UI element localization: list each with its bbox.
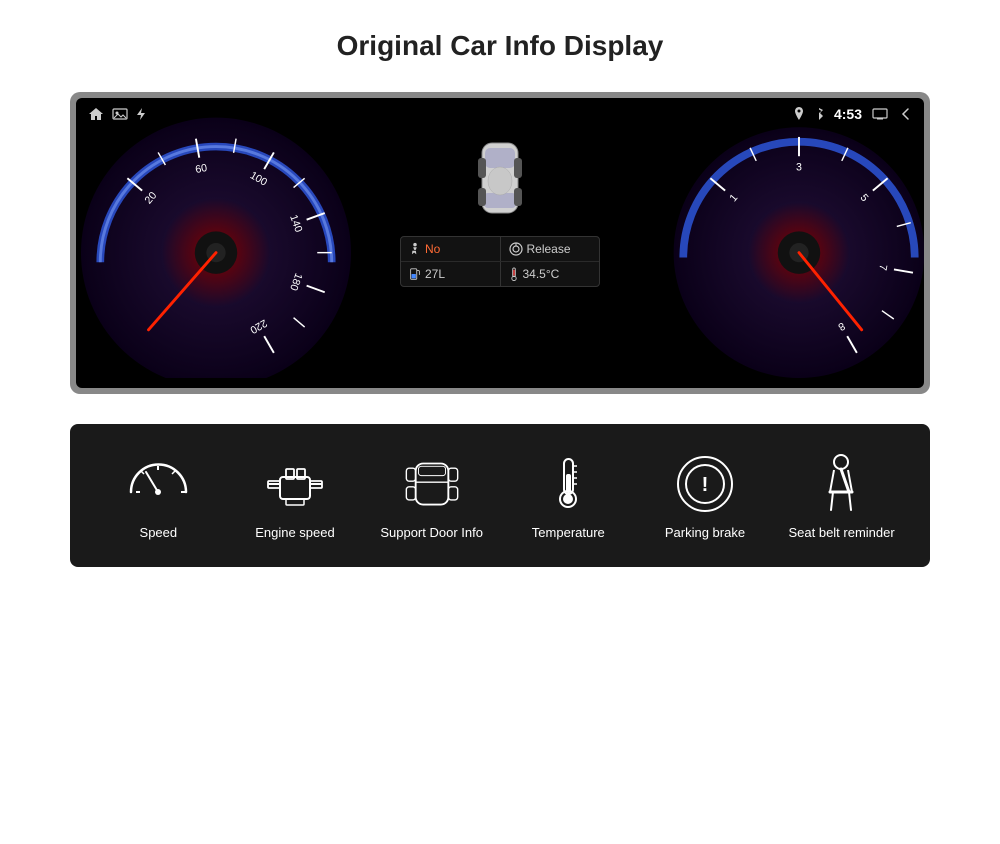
info-row-2: 27L 34.5°C <box>401 262 599 286</box>
speedometer-icon-wrapper <box>123 454 193 514</box>
page-container: Original Car Info Display <box>0 0 1000 844</box>
svg-text:60: 60 <box>194 162 208 176</box>
handbrake-small-icon <box>509 242 523 256</box>
fuel-cell: 27L <box>401 262 500 286</box>
engine-speed-label: Engine speed <box>255 524 335 542</box>
seatbelt-small-icon <box>409 242 421 256</box>
seatbelt-cell: No <box>401 237 500 261</box>
charging-icon <box>136 107 146 121</box>
seatbelt-status: No <box>425 242 440 256</box>
back-icon <box>898 107 912 121</box>
car-top-view-icon <box>470 138 530 228</box>
screen-icon <box>872 108 888 120</box>
fuel-small-icon <box>409 267 421 281</box>
status-bar: 4:53 <box>76 98 924 130</box>
feature-speed: Speed <box>103 454 213 542</box>
home-icon <box>88 107 104 121</box>
location-icon <box>794 107 804 121</box>
status-time: 4:53 <box>834 106 862 122</box>
door-info-label: Support Door Info <box>380 524 483 542</box>
feature-engine-speed: Engine speed <box>240 454 350 542</box>
info-row-1: No Release <box>401 237 599 262</box>
dashboard-screen: 4:53 <box>76 98 924 388</box>
handbrake-status: Release <box>527 242 571 256</box>
feature-parking-brake: ! Parking brake <box>650 454 760 542</box>
bluetooth-icon <box>814 107 824 121</box>
page-title: Original Car Info Display <box>337 30 664 62</box>
speedometer-icon <box>126 457 191 512</box>
parking-brake-label: Parking brake <box>665 524 745 542</box>
door-info-icon-wrapper <box>397 454 467 514</box>
wallpaper-icon <box>112 107 128 121</box>
feature-door-info: Support Door Info <box>377 454 487 542</box>
feature-temperature: Temperature <box>513 454 623 542</box>
fuel-status: 27L <box>425 267 445 281</box>
handbrake-cell: Release <box>501 237 600 261</box>
temp-small-icon <box>509 267 519 281</box>
thermometer-icon <box>546 454 591 514</box>
engine-icon <box>260 457 330 512</box>
svg-text:!: ! <box>702 474 709 496</box>
temperature-label: Temperature <box>532 524 605 542</box>
gauge-right: 1 3 5 7 8 <box>664 108 924 378</box>
parking-brake-icon: ! <box>675 454 735 514</box>
status-bar-left <box>88 107 146 121</box>
svg-text:3: 3 <box>796 162 802 174</box>
speed-label: Speed <box>140 524 178 542</box>
temp-cell: 34.5°C <box>501 262 600 286</box>
seatbelt-icon-wrapper <box>807 454 877 514</box>
parking-brake-icon-wrapper: ! <box>670 454 740 514</box>
engine-icon-wrapper <box>260 454 330 514</box>
info-panel: No Release <box>400 236 600 287</box>
seatbelt-icon <box>814 452 869 517</box>
gauge-left: 20 60 100 140 180 220 <box>76 108 366 378</box>
thermometer-icon-wrapper <box>533 454 603 514</box>
status-bar-right: 4:53 <box>794 106 912 122</box>
center-area: No Release <box>390 128 610 287</box>
feature-seatbelt: Seat belt reminder <box>787 454 897 542</box>
temp-status: 34.5°C <box>523 267 560 281</box>
dashboard-wrapper: 4:53 <box>70 92 930 394</box>
features-section: Speed <box>70 424 930 567</box>
door-info-icon <box>397 457 467 512</box>
seatbelt-reminder-label: Seat belt reminder <box>788 524 894 542</box>
